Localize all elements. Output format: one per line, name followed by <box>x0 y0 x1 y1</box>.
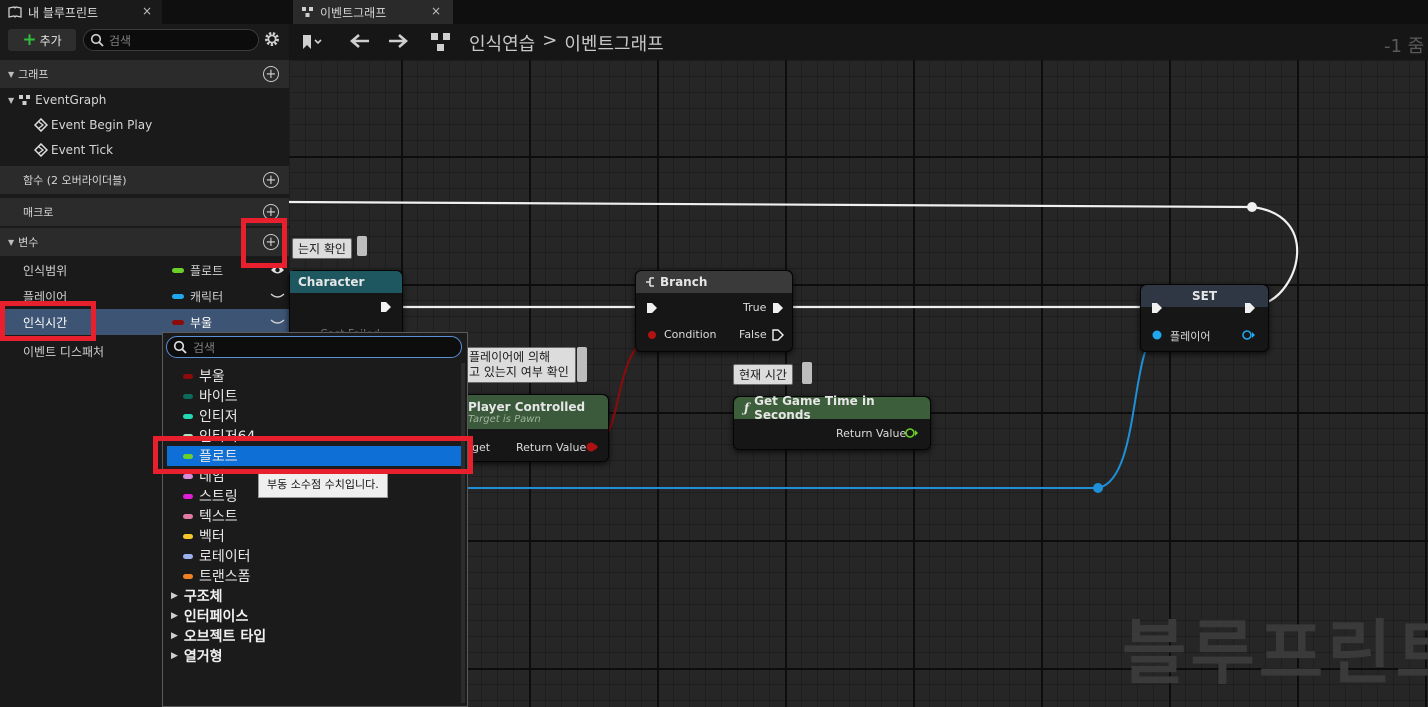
node-title: Get Game Time in Seconds <box>754 394 875 422</box>
node-comment: 플레이어에 의해 고 있는지 여부 확인 <box>462 347 576 383</box>
node-subtitle: Target is Pawn <box>468 413 541 425</box>
pin-label-return: Return Value <box>516 441 587 454</box>
type-category[interactable]: ▶ 구조체 <box>171 586 223 606</box>
node-title: Character <box>298 275 365 289</box>
node-header: Branch <box>636 271 792 293</box>
type-category[interactable]: ▶ 열거형 <box>171 646 223 666</box>
type-option[interactable]: 부울 <box>183 366 225 386</box>
dropdown-scrollbar[interactable] <box>461 363 465 703</box>
type-option[interactable]: 트랜스폼 <box>183 566 251 586</box>
comment-line: 플레이어에 의해 <box>469 350 551 364</box>
option-label: 바이트 <box>199 389 238 405</box>
type-pill <box>183 513 193 519</box>
pin-label-false: False <box>739 328 767 341</box>
type-pill <box>183 473 193 479</box>
option-label: 트랜스폼 <box>199 569 251 585</box>
type-pill <box>183 533 193 539</box>
highlight-box <box>0 301 96 341</box>
variable-type-dropdown: 검색 부울 바이트 인티저 인티저64 플로트 네임 스트링 텍스트 벡터 로테… <box>162 332 468 707</box>
float-pin-out[interactable] <box>904 427 920 439</box>
type-pill <box>183 413 193 419</box>
search-icon <box>173 340 187 354</box>
comment-grip[interactable] <box>802 362 812 384</box>
type-option[interactable]: 로테이터 <box>183 546 251 566</box>
get-game-time-node[interactable]: ƒ Get Game Time in Seconds Return Value <box>733 394 931 450</box>
highlight-box <box>153 436 473 474</box>
node-comment: 는지 확인 <box>292 238 352 259</box>
type-tooltip: 부동 소수점 수치입니다. <box>258 470 388 498</box>
blueprint-watermark: 블루프린트 <box>1122 612 1428 694</box>
option-label: 구조체 <box>183 589 223 605</box>
type-option[interactable]: 벡터 <box>183 526 225 546</box>
node-header: Player Controlled Target is Pawn <box>456 395 608 429</box>
option-label: 로테이터 <box>199 549 251 565</box>
option-label: 오브젝트 타입 <box>183 629 267 645</box>
wire-knot <box>1247 202 1257 212</box>
option-label: 인터페이스 <box>183 609 249 625</box>
option-label: 열거형 <box>183 649 223 665</box>
node-header: Character <box>290 271 402 293</box>
type-pill <box>183 393 193 399</box>
node-comment: 현재 시간 <box>733 364 793 385</box>
bool-pin-out[interactable] <box>585 441 599 453</box>
type-option[interactable]: 스트링 <box>183 486 238 506</box>
type-pill <box>183 553 193 559</box>
cast-to-character-node[interactable]: Character Cast Failed <box>289 270 403 340</box>
type-category[interactable]: ▶ 인터페이스 <box>171 606 248 626</box>
function-icon: ƒ <box>744 401 750 415</box>
highlight-box <box>241 218 287 268</box>
comment-grip[interactable] <box>357 236 367 256</box>
comment-line: 고 있는지 여부 확인 <box>469 365 569 379</box>
pin-label-return: Return Value <box>836 427 907 440</box>
bool-pin-in[interactable] <box>646 329 658 341</box>
type-pill <box>183 373 193 379</box>
set-variable-node[interactable]: SET 플레이어 <box>1140 284 1269 352</box>
option-label: 텍스트 <box>199 509 238 525</box>
object-pin-out[interactable] <box>1241 329 1257 341</box>
caret-right-icon: ▶ <box>171 591 178 601</box>
pin-label-player: 플레이어 <box>1170 330 1211 343</box>
node-title: Player Controlled <box>468 399 586 414</box>
option-label: 벡터 <box>199 529 225 545</box>
option-label: 부울 <box>199 369 225 385</box>
exec-pin-out[interactable] <box>380 301 392 313</box>
type-option[interactable]: 인티저 <box>183 406 238 426</box>
option-label: 인티저 <box>199 409 238 425</box>
comment-grip[interactable] <box>577 347 587 382</box>
is-player-controlled-node[interactable]: Player Controlled Target is Pawn Target … <box>455 394 609 462</box>
wire-knot <box>1093 483 1103 493</box>
exec-pin-out[interactable] <box>1244 302 1256 314</box>
exec-pin-out[interactable] <box>772 329 784 341</box>
exec-pin-in[interactable] <box>1151 302 1163 314</box>
type-pill <box>183 493 193 499</box>
branch-icon <box>646 277 654 287</box>
caret-right-icon: ▶ <box>171 631 178 641</box>
type-option[interactable]: 바이트 <box>183 386 238 406</box>
pin-label-true: True <box>743 301 767 314</box>
branch-node[interactable]: Branch True Condition False <box>635 270 793 352</box>
pin-label-condition: Condition <box>664 328 717 341</box>
type-option[interactable]: 텍스트 <box>183 506 238 526</box>
node-title: SET <box>1191 289 1218 303</box>
type-category[interactable]: ▶ 오브젝트 타입 <box>171 626 266 646</box>
exec-pin-in[interactable] <box>646 302 658 314</box>
node-header: ƒ Get Game Time in Seconds <box>734 394 930 422</box>
node-title: Branch <box>660 275 708 289</box>
option-label: 스트링 <box>199 489 238 505</box>
object-pin-in[interactable] <box>1151 329 1163 341</box>
caret-right-icon: ▶ <box>171 651 178 661</box>
caret-right-icon: ▶ <box>171 611 178 621</box>
type-search-input[interactable]: 검색 <box>166 336 462 358</box>
exec-pin-out[interactable] <box>772 302 784 314</box>
type-pill <box>183 573 193 579</box>
search-placeholder: 검색 <box>193 340 216 355</box>
